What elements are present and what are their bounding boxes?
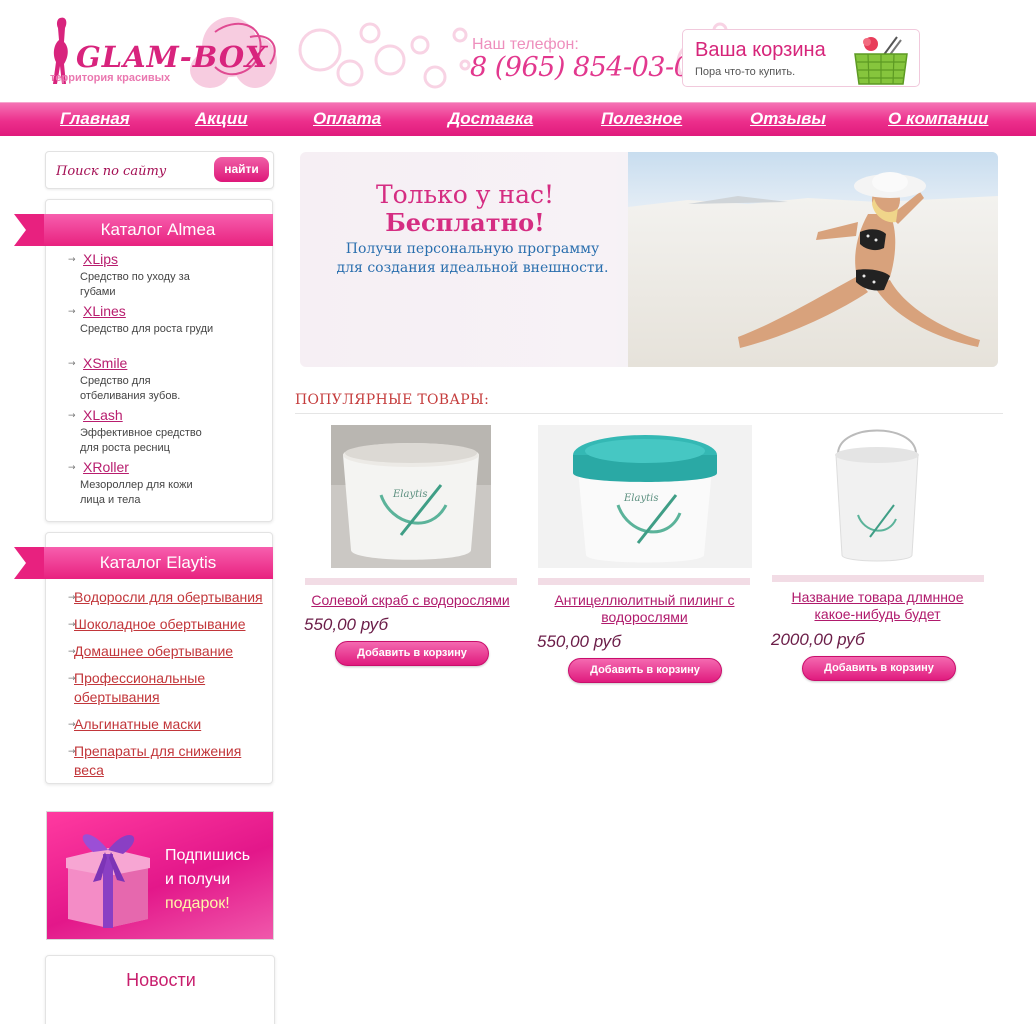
main-nav: Главная Акции Оплата Доставка Полезное О… [0, 102, 1036, 136]
nav-item-payment[interactable]: Оплата [313, 109, 381, 129]
add-to-cart-button[interactable]: Добавить в корзину [335, 641, 489, 666]
search-box: найти [45, 151, 274, 189]
catalog-elaytis-item[interactable]: Альгинатные маски [74, 715, 269, 734]
product-image[interactable]: Elaytis [538, 425, 752, 568]
product-name-link[interactable]: Антицеллюлитный пилинг с водорослями [537, 592, 752, 626]
catalog-elaytis-item[interactable]: Водоросли для обертывания [74, 588, 269, 607]
catalog-elaytis-item[interactable]: Профессиональные обертывания [74, 669, 224, 707]
ribbon-tail-icon [14, 547, 44, 579]
hero-text: Получи персональную программу для создан… [300, 240, 645, 278]
cart-subtitle: Пора что-то купить. [695, 66, 796, 78]
popular-products-title: ПОПУЛЯРНЫЕ ТОВАРЫ: [295, 392, 490, 408]
cart-widget[interactable]: Ваша корзина Пора что-то купить. [682, 29, 920, 87]
ribbon-tail-icon [14, 214, 44, 246]
svg-text:Elaytis: Elaytis [392, 489, 427, 500]
product-divider [772, 575, 984, 582]
product-divider [538, 578, 750, 585]
news-title: Новости [126, 970, 196, 990]
beach-woman-image [628, 152, 998, 367]
arrow-icon: → [68, 463, 76, 473]
logo-text: GLAM-BOX [76, 40, 269, 74]
nav-item-home[interactable]: Главная [60, 109, 130, 129]
product-divider [305, 578, 517, 585]
product-card: Название товара длмнное какое-нибудь буд… [770, 425, 985, 685]
product-name-link[interactable]: Название товара длмнное какое-нибудь буд… [770, 589, 985, 623]
search-button[interactable]: найти [214, 157, 269, 182]
catalog-almea-item-xsmile[interactable]: XSmile [83, 355, 127, 371]
catalog-almea-panel: Каталог Almea → XLips Средство по уходу … [43, 199, 273, 522]
product-card: Elaytis Антицеллюлитный пилинг с водорос… [536, 425, 752, 685]
gift-line-3: подарок! [165, 895, 230, 912]
product-image[interactable] [770, 425, 984, 568]
site-header: GLAM-BOX территория красивых Наш телефон… [0, 0, 1036, 102]
nav-item-reviews[interactable]: Отзывы [750, 109, 826, 129]
catalog-elaytis-item[interactable]: Шоколадное обертывание [74, 615, 269, 634]
catalog-almea-item-xlips[interactable]: XLips [83, 251, 118, 267]
catalog-elaytis-item[interactable]: Препараты для снижения веса [74, 742, 254, 780]
nav-item-delivery[interactable]: Доставка [448, 109, 533, 129]
nav-item-useful[interactable]: Полезное [601, 109, 682, 129]
catalog-almea-title: Каталог Almea [43, 214, 273, 246]
catalog-almea-desc: Средство для роста груди [80, 323, 214, 335]
product-name-link[interactable]: Солевой скраб с водорослями [303, 592, 518, 609]
product-card: Elaytis Солевой скраб с водорослями 550,… [303, 425, 518, 675]
hero-headline: Только у нас! [375, 180, 555, 209]
promo-banner[interactable]: Только у нас! Бесплатно! Получи персонал… [300, 152, 998, 367]
catalog-almea-desc: Средство по уходу за губами [80, 271, 190, 298]
arrow-icon: → [68, 255, 76, 265]
catalog-elaytis-title: Каталог Elaytis [43, 547, 273, 579]
catalog-elaytis-item[interactable]: Домашнее обертывание [74, 642, 269, 661]
product-price: 2000,00 руб [771, 630, 865, 649]
hero-text-line-1: Получи персональную программу [345, 241, 600, 257]
arrow-icon: → [68, 411, 76, 421]
search-input[interactable] [56, 160, 216, 182]
product-price: 550,00 руб [304, 615, 389, 634]
divider [295, 413, 1003, 414]
gift-box-icon [66, 834, 150, 928]
catalog-almea-item-xlines[interactable]: XLines [83, 303, 126, 319]
hero-text-line-2: для создания идеальной внешности. [336, 260, 609, 276]
catalog-almea-desc: Эффективное средство для роста ресниц [80, 427, 202, 454]
news-panel: Новости [45, 955, 275, 1024]
product-image[interactable]: Elaytis [331, 425, 491, 568]
catalog-almea-desc: Мезороллер для кожи лица и тела [80, 479, 193, 506]
basket-icon [854, 36, 908, 85]
phone-number: 8 (965) 854-03-00 [470, 52, 707, 83]
nav-item-promotions[interactable]: Акции [195, 109, 248, 129]
catalog-almea-desc: Средство для отбеливания зубов. [80, 375, 181, 402]
catalog-elaytis-panel: Каталог Elaytis → Водоросли для обертыва… [43, 532, 273, 784]
hero-subheadline: Бесплатно! [385, 208, 545, 237]
gift-line-2: и получи [165, 871, 231, 888]
site-logo[interactable]: GLAM-BOX территория красивых [50, 12, 290, 92]
catalog-almea-item-xlash[interactable]: XLash [83, 407, 123, 423]
product-price: 550,00 руб [537, 632, 622, 651]
logo-subtitle: территория красивых [50, 72, 171, 84]
add-to-cart-button[interactable]: Добавить в корзину [802, 656, 956, 681]
svg-text:Elaytis: Elaytis [623, 493, 658, 504]
gift-line-1: Подпишись [165, 847, 251, 864]
subscribe-gift-banner[interactable]: Подпишись и получи подарок! [46, 811, 274, 940]
nav-item-about[interactable]: О компании [888, 109, 988, 129]
cart-title: Ваша корзина [695, 39, 826, 61]
arrow-icon: → [68, 359, 76, 369]
add-to-cart-button[interactable]: Добавить в корзину [568, 658, 722, 683]
catalog-almea-item-xroller[interactable]: XRoller [83, 459, 129, 475]
arrow-icon: → [68, 307, 76, 317]
